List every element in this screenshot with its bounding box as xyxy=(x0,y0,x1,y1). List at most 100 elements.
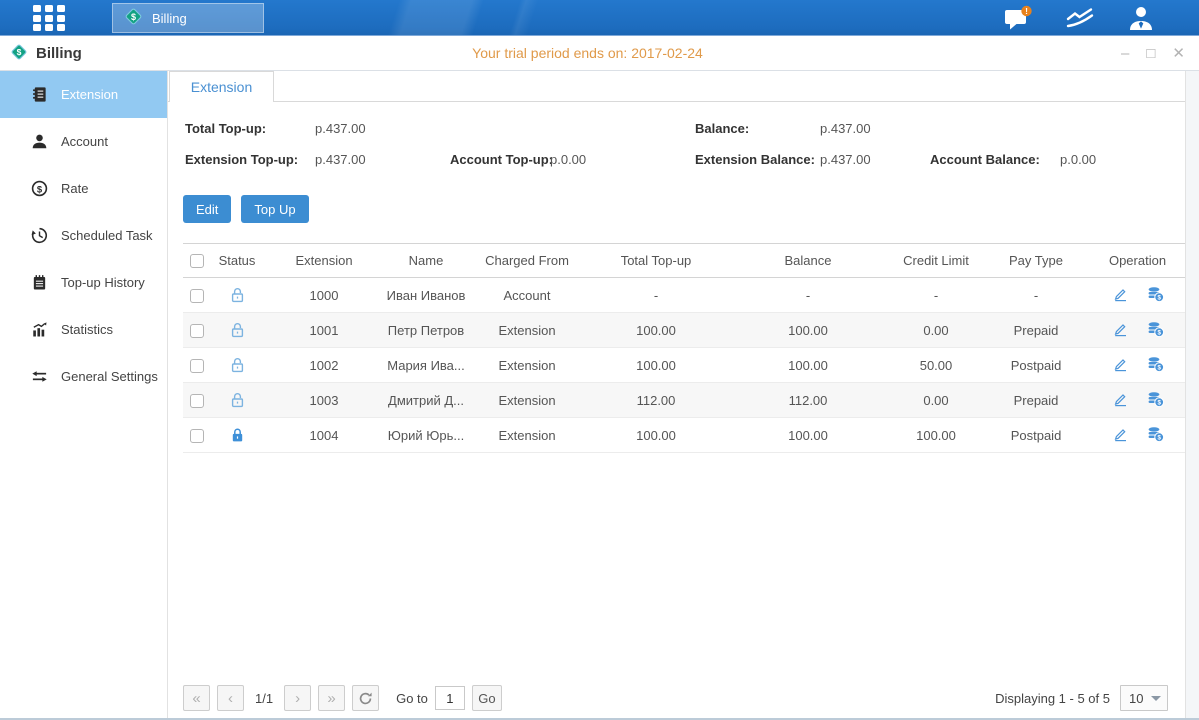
chevron-down-icon xyxy=(1151,696,1161,701)
topup-coins-icon[interactable]: $ xyxy=(1147,391,1164,407)
sidebar-item-top-up-history[interactable]: Top-up History xyxy=(0,259,167,306)
apps-grid-icon[interactable] xyxy=(33,5,67,31)
total-topup-cell: 100.00 xyxy=(586,418,726,453)
operation-cell: $ xyxy=(1090,383,1185,418)
lock-open-icon[interactable] xyxy=(230,322,245,338)
extension-topup-value: p.437.00 xyxy=(315,152,366,167)
tab-strip: Extension xyxy=(168,71,1185,102)
edit-pencil-icon[interactable] xyxy=(1112,356,1129,372)
tab-extension[interactable]: Extension xyxy=(169,71,274,102)
select-all-checkbox[interactable] xyxy=(190,254,204,268)
sidebar-item-general-settings[interactable]: General Settings xyxy=(0,353,167,400)
balance-cell: 100.00 xyxy=(726,348,890,383)
topup-coins-icon[interactable]: $ xyxy=(1147,426,1164,442)
extension-balance-label: Extension Balance: xyxy=(695,152,815,167)
next-page-button[interactable]: › xyxy=(284,685,311,711)
sidebar-item-extension[interactable]: Extension xyxy=(0,71,167,118)
svg-text:$: $ xyxy=(1157,434,1161,441)
status-cell xyxy=(210,418,264,453)
topup-coins-icon[interactable]: $ xyxy=(1147,356,1164,372)
column-header: Extension xyxy=(264,244,384,278)
rate-icon: $ xyxy=(30,180,48,198)
extension-cell: 1004 xyxy=(264,418,384,453)
lock-closed-icon[interactable] xyxy=(230,427,245,443)
topup-coins-icon[interactable]: $ xyxy=(1147,321,1164,337)
app-tab-label: Billing xyxy=(152,11,187,26)
topup-coins-icon[interactable]: $ xyxy=(1147,286,1164,302)
name-cell: Дмитрий Д... xyxy=(384,383,468,418)
extension-cell: 1002 xyxy=(264,348,384,383)
sidebar-item-label: Account xyxy=(61,134,108,149)
goto-label: Go to xyxy=(396,691,428,706)
operation-cell: $ xyxy=(1090,278,1185,313)
sidebar-item-label: Extension xyxy=(61,87,118,102)
lock-open-icon[interactable] xyxy=(230,287,245,303)
page-indicator: 1/1 xyxy=(251,691,277,706)
sidebar-item-statistics[interactable]: Statistics xyxy=(0,306,167,353)
minimize-icon[interactable]: – xyxy=(1121,46,1129,61)
refresh-icon[interactable] xyxy=(352,685,379,711)
extension-cell: 1003 xyxy=(264,383,384,418)
balance-cell: 100.00 xyxy=(726,313,890,348)
topbar: $ Billing ! xyxy=(0,0,1199,36)
table-row: 1002Мария Ива...Extension100.00100.0050.… xyxy=(183,348,1185,383)
messages-icon[interactable]: ! xyxy=(1003,5,1033,32)
name-cell: Иван Иванов xyxy=(384,278,468,313)
window-controls: – □ ✕ xyxy=(1121,36,1185,71)
balance-value: p.437.00 xyxy=(820,121,871,136)
dollar-diamond-icon: $ xyxy=(124,7,143,29)
sidebar-item-scheduled-task[interactable]: Scheduled Task xyxy=(0,212,167,259)
svg-text:!: ! xyxy=(1025,6,1028,16)
svg-text:$: $ xyxy=(1157,399,1161,406)
row-checkbox[interactable] xyxy=(190,289,204,303)
column-header: Operation xyxy=(1090,244,1185,278)
close-icon[interactable]: ✕ xyxy=(1172,46,1185,61)
table-row: 1004Юрий Юрь...Extension100.00100.00100.… xyxy=(183,418,1185,453)
edit-pencil-icon[interactable] xyxy=(1112,426,1129,442)
first-page-button[interactable]: « xyxy=(183,685,210,711)
pay-type-cell: Prepaid xyxy=(982,383,1090,418)
sidebar-item-rate[interactable]: $Rate xyxy=(0,165,167,212)
extension-topup-label: Extension Top-up: xyxy=(185,152,298,167)
balance-cell: - xyxy=(726,278,890,313)
page-size-dropdown[interactable]: 10 xyxy=(1120,685,1168,711)
edit-button[interactable]: Edit xyxy=(183,195,231,223)
action-buttons: Edit Top Up xyxy=(183,195,1199,223)
row-checkbox[interactable] xyxy=(190,324,204,338)
row-checkbox[interactable] xyxy=(190,394,204,408)
charged-from-cell: Extension xyxy=(468,383,586,418)
statistics-chart-icon[interactable] xyxy=(1065,6,1095,30)
sidebar-item-account[interactable]: Account xyxy=(0,118,167,165)
balance-summary: Total Top-up: p.437.00 Balance: p.437.00… xyxy=(183,115,1184,187)
extension-table: StatusExtensionNameCharged FromTotal Top… xyxy=(183,243,1185,453)
row-select-cell xyxy=(183,313,210,348)
dollar-diamond-icon: $ xyxy=(10,43,28,64)
balance-cell: 112.00 xyxy=(726,383,890,418)
goto-page-input[interactable] xyxy=(435,686,465,710)
scrollbar-track[interactable] xyxy=(1185,71,1199,720)
column-header: Name xyxy=(384,244,468,278)
row-checkbox[interactable] xyxy=(190,429,204,443)
account-topup-value: p.0.00 xyxy=(550,152,586,167)
lock-open-icon[interactable] xyxy=(230,357,245,373)
prev-page-button[interactable]: ‹ xyxy=(217,685,244,711)
extension-cell: 1001 xyxy=(264,313,384,348)
app-tab-billing[interactable]: $ Billing xyxy=(112,3,264,33)
status-cell xyxy=(210,383,264,418)
user-icon[interactable] xyxy=(1127,5,1155,32)
edit-pencil-icon[interactable] xyxy=(1112,286,1129,302)
edit-pencil-icon[interactable] xyxy=(1112,321,1129,337)
row-checkbox[interactable] xyxy=(190,359,204,373)
pagination-controls: « ‹ 1/1 › » Go to Go xyxy=(183,685,502,711)
window-title: Billing xyxy=(36,45,82,62)
topup-button[interactable]: Top Up xyxy=(241,195,308,223)
maximize-icon[interactable]: □ xyxy=(1146,46,1155,61)
column-header: Credit Limit xyxy=(890,244,982,278)
lock-open-icon[interactable] xyxy=(230,392,245,408)
row-select-cell xyxy=(183,418,210,453)
go-button[interactable]: Go xyxy=(472,685,502,711)
table-row: 1000Иван ИвановAccount----$ xyxy=(183,278,1185,313)
sidebar-menu: Extension Account $RateScheduled TaskTop-u… xyxy=(0,71,168,720)
edit-pencil-icon[interactable] xyxy=(1112,391,1129,407)
last-page-button[interactable]: » xyxy=(318,685,345,711)
